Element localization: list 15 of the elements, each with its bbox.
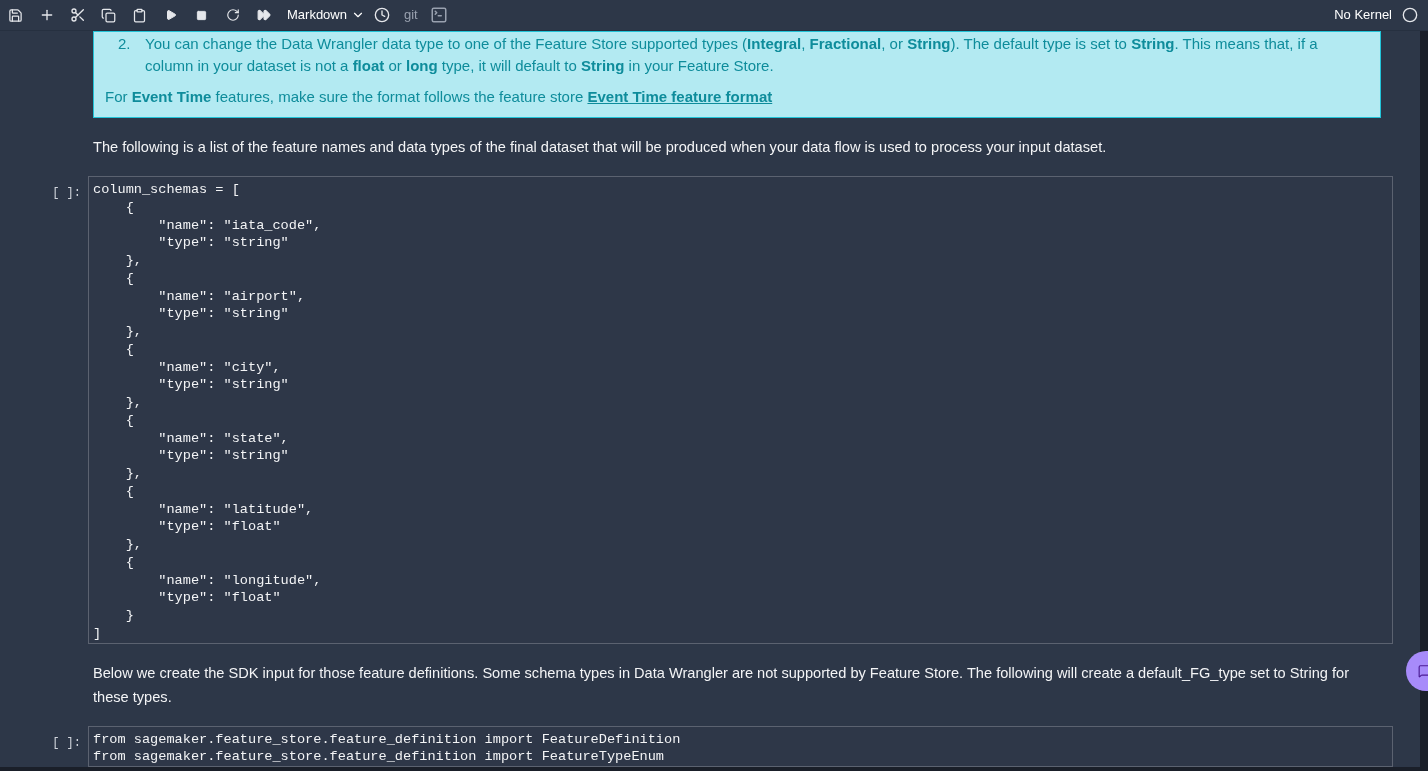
list-item-text: You can change the Data Wrangler data type to one of the Feature Store supported types (Integral, Fractional, or String). The default type is set to String. This means that, if a column in your dataset is not a float or long type, it will default to String in your Feature Store. (145, 34, 1319, 76)
git-button[interactable]: git (397, 5, 424, 25)
kernel-status: No Kernel (1334, 6, 1392, 25)
code-cell[interactable]: column_schemas = [ { "name": "iata_code", "type": "string" }, { "name": "airport", "type": "string" }, { "name": "city", "type": "string" }, { "name": "state", "type": "string" }, { "name": "latitude", "type": "float" }, { "name": "longitude", "type": "float" } ] (88, 176, 1393, 644)
kernel-idle-icon (1402, 7, 1418, 23)
chat-icon (1418, 664, 1428, 678)
chat-bubble-button[interactable] (1406, 651, 1428, 691)
markdown-text: The following is a list of the feature names and data types of the final dataset that will be produced when your data flow is used to process your input dataset. (93, 138, 1108, 157)
cell-type-dropdown[interactable]: Markdown (285, 5, 367, 25)
cell-prompt: [ ]: (51, 185, 82, 202)
cell-prompt: [ ]: (51, 734, 82, 752)
list-number: 2. (118, 34, 132, 54)
event-time-note: For Event Time features, make sure the format follows the feature store Event Time feature format (105, 87, 774, 107)
code-cell[interactable]: from sagemaker.feature_store.feature_definition import FeatureDefinition from sagemaker.feature_store.feature_definition import FeatureTypeEnum (88, 725, 1393, 767)
markdown-text: Below we create the SDK input for those feature definitions. Some schema types in Data Wrangler are not supported by Feature Store. The following will create a default_FG_type set to String for these types. (93, 663, 1350, 707)
